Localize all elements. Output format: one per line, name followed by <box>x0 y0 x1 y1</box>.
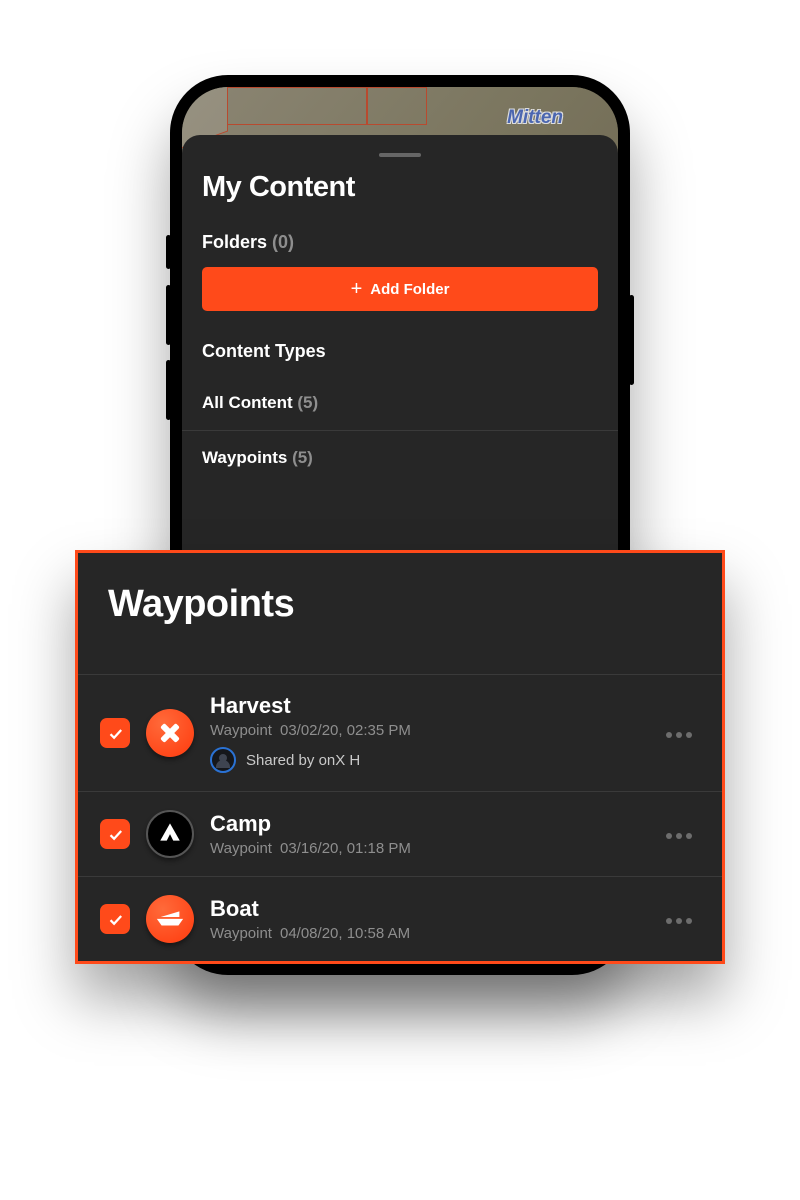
row-count: (5) <box>297 393 318 412</box>
waypoint-name: Harvest <box>210 693 642 719</box>
waypoints-panel: Waypoints Harvest Waypoint 03/02/20, 02:3… <box>75 550 725 964</box>
add-folder-button[interactable]: + Add Folder <box>202 267 598 311</box>
row-label: All Content <box>202 393 293 412</box>
content-type-row-waypoints[interactable]: Waypoints (5) <box>182 430 618 485</box>
waypoint-type: Waypoint <box>210 925 272 942</box>
check-icon <box>107 826 124 843</box>
waypoint-icon[interactable] <box>146 709 194 757</box>
shared-by-text: Shared by onX H <box>246 752 360 769</box>
content-type-row-all[interactable]: All Content (5) <box>182 376 618 430</box>
phone-side-button <box>629 295 634 385</box>
phone-side-button <box>166 285 171 345</box>
content-types-heading: Content Types <box>202 341 598 362</box>
waypoint-meta: Waypoint 03/02/20, 02:35 PM <box>210 722 642 739</box>
shared-by-name: onX H <box>319 752 361 769</box>
waypoints-title: Waypoints <box>108 583 692 626</box>
visibility-checkbox[interactable] <box>100 718 130 748</box>
visibility-checkbox[interactable] <box>100 904 130 934</box>
waypoint-timestamp: 03/02/20, 02:35 PM <box>280 722 411 739</box>
row-label: Waypoints <box>202 448 287 467</box>
sheet-title: My Content <box>202 171 598 204</box>
folders-label: Folders <box>202 232 267 252</box>
more-options-button[interactable] <box>658 728 700 738</box>
map-place-label: Mitten <box>507 107 563 129</box>
shared-prefix: Shared by <box>246 752 314 769</box>
waypoint-body: Harvest Waypoint 03/02/20, 02:35 PM Share… <box>210 693 642 773</box>
waypoint-icon[interactable] <box>146 810 194 858</box>
folders-count: (0) <box>272 232 294 252</box>
check-icon <box>107 911 124 928</box>
waypoints-header: Waypoints <box>78 553 722 674</box>
waypoint-timestamp: 03/16/20, 01:18 PM <box>280 840 411 857</box>
waypoint-name: Boat <box>210 896 642 922</box>
x-icon <box>158 721 182 745</box>
folders-heading: Folders (0) <box>202 232 598 253</box>
waypoint-row[interactable]: Camp Waypoint 03/16/20, 01:18 PM <box>78 791 722 876</box>
map-region-outline <box>227 87 367 125</box>
more-options-button[interactable] <box>658 914 700 924</box>
waypoint-row[interactable]: Boat Waypoint 04/08/20, 10:58 AM <box>78 876 722 961</box>
waypoint-meta: Waypoint 03/16/20, 01:18 PM <box>210 840 642 857</box>
avatar-icon <box>210 747 236 773</box>
visibility-checkbox[interactable] <box>100 819 130 849</box>
waypoint-type: Waypoint <box>210 722 272 739</box>
waypoint-body: Camp Waypoint 03/16/20, 01:18 PM <box>210 811 642 857</box>
sheet-grabber[interactable] <box>379 153 421 157</box>
check-icon <box>107 725 124 742</box>
more-options-button[interactable] <box>658 829 700 839</box>
add-folder-label: Add Folder <box>370 281 449 298</box>
content-type-list: All Content (5) Waypoints (5) <box>182 376 618 485</box>
waypoint-name: Camp <box>210 811 642 837</box>
shared-by-row: Shared by onX H <box>210 747 642 773</box>
waypoint-meta: Waypoint 04/08/20, 10:58 AM <box>210 925 642 942</box>
waypoint-timestamp: 04/08/20, 10:58 AM <box>280 925 410 942</box>
map-region-outline <box>367 87 427 125</box>
boat-icon <box>155 906 185 933</box>
plus-icon: + <box>351 279 363 299</box>
row-count: (5) <box>292 448 313 467</box>
waypoint-row[interactable]: Harvest Waypoint 03/02/20, 02:35 PM Share… <box>78 674 722 791</box>
waypoint-type: Waypoint <box>210 840 272 857</box>
waypoint-icon[interactable] <box>146 895 194 943</box>
tent-icon <box>157 819 183 850</box>
waypoint-body: Boat Waypoint 04/08/20, 10:58 AM <box>210 896 642 942</box>
phone-side-button <box>166 360 171 420</box>
phone-side-button <box>166 235 171 269</box>
